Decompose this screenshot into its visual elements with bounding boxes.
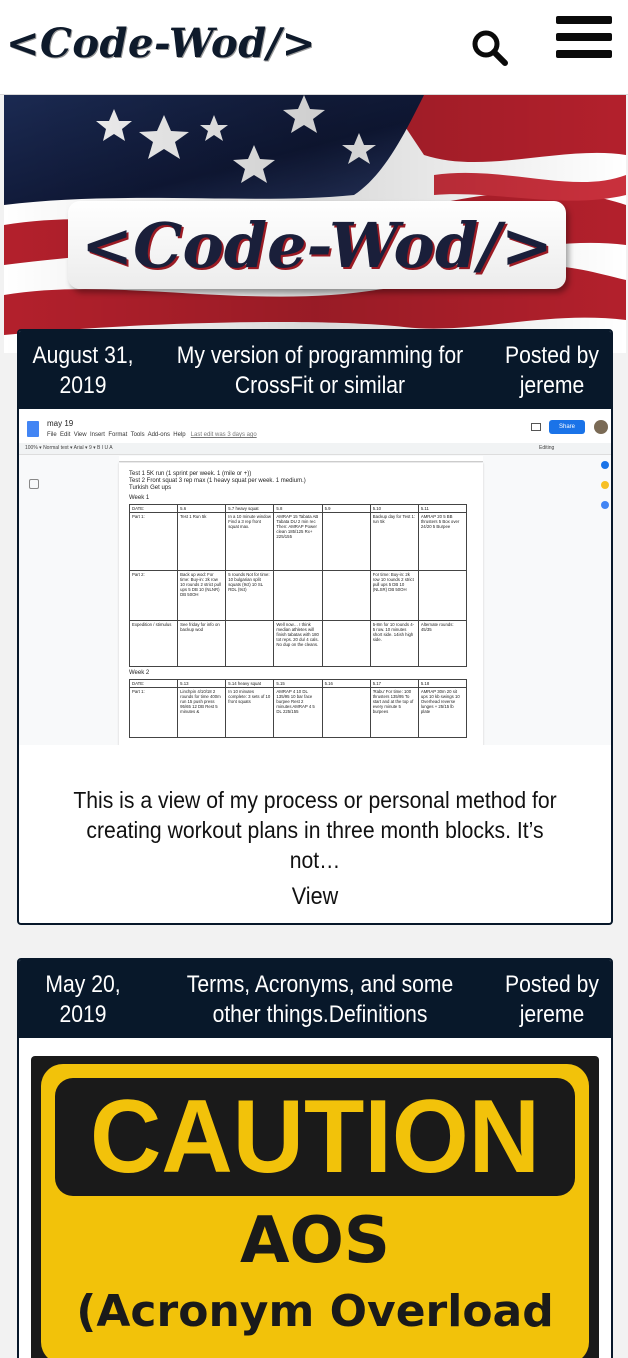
post-header: August 31, 2019 My version of programmin…: [19, 331, 611, 409]
avatar: [594, 420, 608, 434]
tasks-icon: [601, 501, 609, 509]
post-card: August 31, 2019 My version of programmin…: [17, 329, 613, 925]
doc-name: may 19: [47, 419, 74, 428]
hero-logo-plate: <Code-Wod/>: [68, 201, 566, 289]
post-title[interactable]: Terms, Acronyms, and some other things.D…: [168, 970, 472, 1030]
docs-icon: [27, 421, 39, 437]
doc-ruler: [119, 456, 483, 462]
caution-acronym-overload: (Acronym Overload: [76, 1286, 554, 1337]
keep-icon: [601, 481, 609, 489]
doc-toolbar: 100% ▾ Normal text ▾ Arial ▾ 9 ▾ B I U A…: [19, 443, 611, 455]
caution-band: CAUTION: [55, 1078, 575, 1196]
post-image-google-doc[interactable]: may 19 File Edit View Insert Format Tool…: [19, 409, 611, 745]
doc-page: Test 1 5K run (1 sprint per week. 1 (mil…: [119, 463, 483, 745]
post-card: May 20, 2019 Terms, Acronyms, and some o…: [17, 958, 613, 1358]
site-header: <Code-Wod/>: [0, 0, 628, 95]
outline-icon: [29, 479, 39, 489]
post-author[interactable]: Posted by jereme: [500, 970, 604, 1030]
hamburger-menu-icon[interactable]: [556, 16, 612, 66]
share-button: Share: [549, 420, 585, 434]
calendar-icon: [601, 461, 609, 469]
week2-table: DATE: 5.13 5.14 heavy squat 5.15 5.16 5.17 5.1…: [128, 679, 468, 738]
search-icon[interactable]: [470, 28, 510, 68]
caution-sign: CAUTION AOS (Acronym Overload: [31, 1056, 599, 1358]
post-excerpt: This is a view of my process or personal…: [73, 787, 557, 873]
post-date: August 31, 2019: [32, 342, 134, 399]
view-post-link[interactable]: View: [49, 883, 582, 911]
post-image-caution-sign[interactable]: CAUTION AOS (Acronym Overload: [19, 1038, 611, 1358]
post-title[interactable]: My version of programming for CrossFit o…: [168, 341, 472, 401]
comment-icon: [531, 423, 541, 431]
hero-logo-text: <Code-Wod/>: [81, 208, 553, 282]
post-header: May 20, 2019 Terms, Acronyms, and some o…: [19, 960, 611, 1038]
week1-table: DATE: 5.6 5.7 heavy squat 5.8 5.9 5.10 5.11 Pa…: [128, 504, 468, 667]
hero-banner: <Code-Wod/>: [4, 95, 626, 353]
post-author[interactable]: Posted by jereme: [500, 341, 604, 401]
caution-text: CAUTION: [89, 1079, 541, 1195]
doc-menu: File Edit View Insert Format Tools Add-o…: [47, 432, 257, 438]
site-logo[interactable]: <Code-Wod/>: [6, 20, 316, 67]
post-date: May 20, 2019: [45, 971, 121, 1028]
caution-aos: AOS: [239, 1204, 391, 1278]
